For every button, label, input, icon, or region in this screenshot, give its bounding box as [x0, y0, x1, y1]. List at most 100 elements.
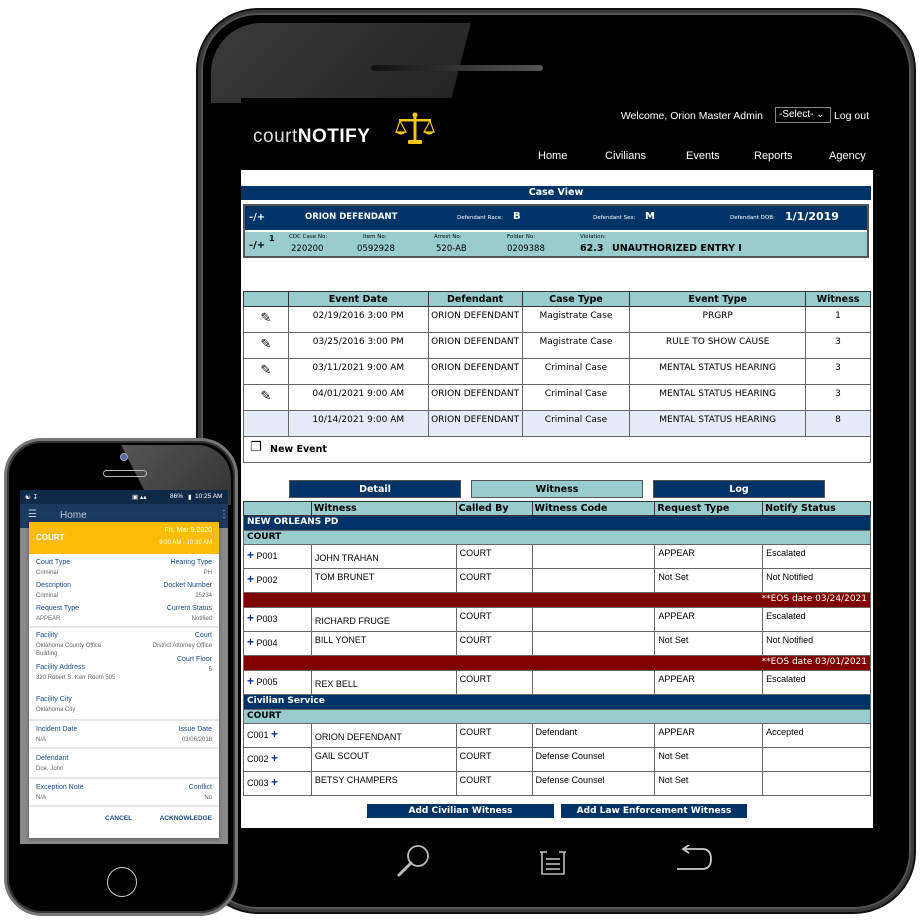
witness-row[interactable]: + P002 TOM BRUNET COURT Not Set Not Noti…: [243, 568, 871, 593]
item-label: Item No:: [363, 234, 387, 240]
witness-row[interactable]: + P004 BILL YONET COURT Not Set Not Noti…: [243, 631, 871, 656]
role-select[interactable]: -Select- ⌄: [775, 107, 831, 123]
witness-code: [531, 607, 656, 632]
edit-event-button[interactable]: ✎: [243, 306, 289, 333]
defendant-label: Defendant: [36, 755, 69, 762]
witness-called-by: COURT: [455, 544, 533, 569]
witness-id: P002: [256, 575, 278, 585]
witness-header-row: Witness Called By Witness Code Request T…: [243, 501, 871, 516]
logout-link[interactable]: Log out: [834, 110, 869, 122]
event-defendant: ORION DEFENDANT: [427, 332, 523, 359]
witness-request-type: Not Set: [654, 631, 764, 656]
event-type: MENTAL STATUS HEARING: [629, 358, 806, 385]
event-row[interactable]: ✎ 02/19/2016 3:00 PM ORION DEFENDANT Mag…: [243, 306, 871, 333]
tab-log[interactable]: Log: [653, 480, 825, 498]
witness-request-type: APPEAR: [654, 544, 764, 569]
back-arrow-icon[interactable]: [675, 845, 715, 875]
expand-plus-icon[interactable]: +: [247, 548, 254, 562]
nav-civilians[interactable]: Civilians: [605, 150, 646, 162]
event-date: 02/19/2016 3:00 PM: [287, 306, 429, 333]
tab-detail[interactable]: Detail: [289, 480, 461, 498]
edit-icon: ✎: [260, 389, 272, 404]
logo-text-bold: NOTIFY: [297, 126, 371, 147]
add-law-enforcement-witness-button[interactable]: Add Law Enforcement Witness: [561, 804, 747, 818]
witness-id-cell: + P004: [243, 631, 312, 656]
incident-date-label: Incident Date: [36, 726, 78, 733]
expand-plus-icon[interactable]: +: [271, 727, 278, 741]
civilian-row[interactable]: C001 + ORION DEFENDANT COURT Defendant A…: [243, 723, 871, 748]
witness-called-by: COURT: [455, 607, 533, 632]
charge-toggle[interactable]: -/+: [249, 240, 265, 251]
expand-plus-icon[interactable]: +: [247, 611, 254, 625]
witness-name: JOHN TRAHAN: [310, 544, 457, 569]
civilian-row[interactable]: C003 + BETSY CHAMPERS COURT Defense Coun…: [243, 771, 871, 796]
witness-row[interactable]: + P001 JOHN TRAHAN COURT APPEAR Escalate…: [243, 544, 871, 569]
defendant-value: Doe, John: [36, 766, 64, 772]
expand-plus-icon[interactable]: +: [271, 775, 278, 789]
nav-home[interactable]: Home: [538, 150, 567, 162]
witness-name: REX BELL: [310, 670, 457, 695]
cancel-button[interactable]: CANCEL: [105, 815, 132, 822]
col-request-type: Request Type: [654, 501, 764, 516]
civilian-code: Defense Counsel: [531, 771, 656, 796]
nav-events[interactable]: Events: [686, 150, 720, 162]
copy-document-icon: ❐: [250, 440, 262, 455]
witness-row[interactable]: + P005 REX BELL COURT APPEAR Escalated: [243, 670, 871, 695]
edit-event-button[interactable]: ✎: [243, 332, 289, 359]
menu-list-icon[interactable]: [539, 849, 567, 877]
add-civilian-witness-button[interactable]: Add Civilian Witness: [367, 804, 554, 818]
hamburger-menu-icon[interactable]: ☰: [28, 509, 37, 520]
witness-id-cell: + P002: [243, 568, 312, 593]
facility-city-label: Facility City: [36, 696, 72, 703]
group-row: Civilian Service: [243, 694, 871, 710]
defendant-name: ORION DEFENDANT: [305, 212, 398, 222]
event-case-type: Criminal Case: [521, 384, 631, 411]
witness-request-type: APPEAR: [654, 670, 764, 695]
event-type: MENTAL STATUS HEARING: [629, 410, 806, 437]
arrest-label: Arrest No:: [434, 234, 462, 240]
marketing-composite: courtNOTIFY Welcome, Orion Master Admin …: [0, 0, 920, 920]
civilian-id: C001: [247, 730, 269, 740]
event-witness-count: 3: [805, 358, 871, 385]
witness-row[interactable]: + P003 RICHARD FRUGE COURT APPEAR Escala…: [243, 607, 871, 632]
group-name: Civilian Service: [243, 694, 871, 710]
witness-id: P004: [256, 638, 278, 648]
events-table: Event Date Defendant Case Type Event Typ…: [243, 291, 871, 437]
divider: [29, 747, 219, 749]
violation-description: UNAUTHORIZED ENTRY I: [612, 243, 742, 254]
nav-reports[interactable]: Reports: [754, 150, 793, 162]
col-case-type: Case Type: [521, 291, 631, 307]
cdc-label: CDC Case No:: [289, 234, 328, 240]
acknowledge-button[interactable]: ACKNOWLEDGE: [160, 815, 212, 822]
defendant-toggle[interactable]: -/+: [249, 212, 265, 223]
event-row[interactable]: ✎ 04/01/2021 9:00 AM ORION DEFENDANT Cri…: [243, 384, 871, 411]
event-row-selected[interactable]: 10/14/2021 9:00 AM ORION DEFENDANT Crimi…: [243, 410, 871, 437]
expand-plus-icon[interactable]: +: [247, 572, 254, 586]
event-row[interactable]: ✎ 03/25/2016 3:00 PM ORION DEFENDANT Mag…: [243, 332, 871, 359]
witness-notify-status: Escalated: [762, 607, 871, 632]
court-floor-label: Court Floor: [176, 656, 212, 663]
folder-label: Folder No:: [507, 234, 536, 240]
edit-event-button[interactable]: ✎: [243, 358, 289, 385]
witness-table: Witness Called By Witness Code Request T…: [243, 501, 871, 796]
new-event-button[interactable]: ❐ New Event: [243, 435, 871, 463]
civilian-id: C002: [247, 754, 269, 764]
nav-agency[interactable]: Agency: [829, 150, 866, 162]
civilian-row[interactable]: C002 + GAIL SCOUT COURT Defense Counsel …: [243, 747, 871, 772]
tab-witness[interactable]: Witness: [471, 480, 643, 498]
dob-value: 1/1/2019: [785, 210, 839, 223]
overflow-menu-icon[interactable]: ⋮: [219, 509, 228, 520]
event-row[interactable]: ✎ 03/11/2021 9:00 AM ORION DEFENDANT Cri…: [243, 358, 871, 385]
expand-plus-icon[interactable]: +: [271, 751, 278, 765]
event-witness-count: 8: [805, 410, 871, 437]
col-notify-status: Notify Status: [762, 501, 871, 516]
home-button[interactable]: [107, 867, 137, 897]
expand-plus-icon[interactable]: +: [247, 635, 254, 649]
chevron-down-icon: ⌄: [816, 109, 825, 120]
civilian-id-cell: C002 +: [243, 747, 312, 772]
cdc-value: 220200: [291, 244, 324, 254]
search-icon[interactable]: [394, 843, 434, 879]
expand-plus-icon[interactable]: +: [247, 674, 254, 688]
edit-event-button[interactable]: ✎: [243, 384, 289, 411]
witness-id-cell: + P005: [243, 670, 312, 695]
